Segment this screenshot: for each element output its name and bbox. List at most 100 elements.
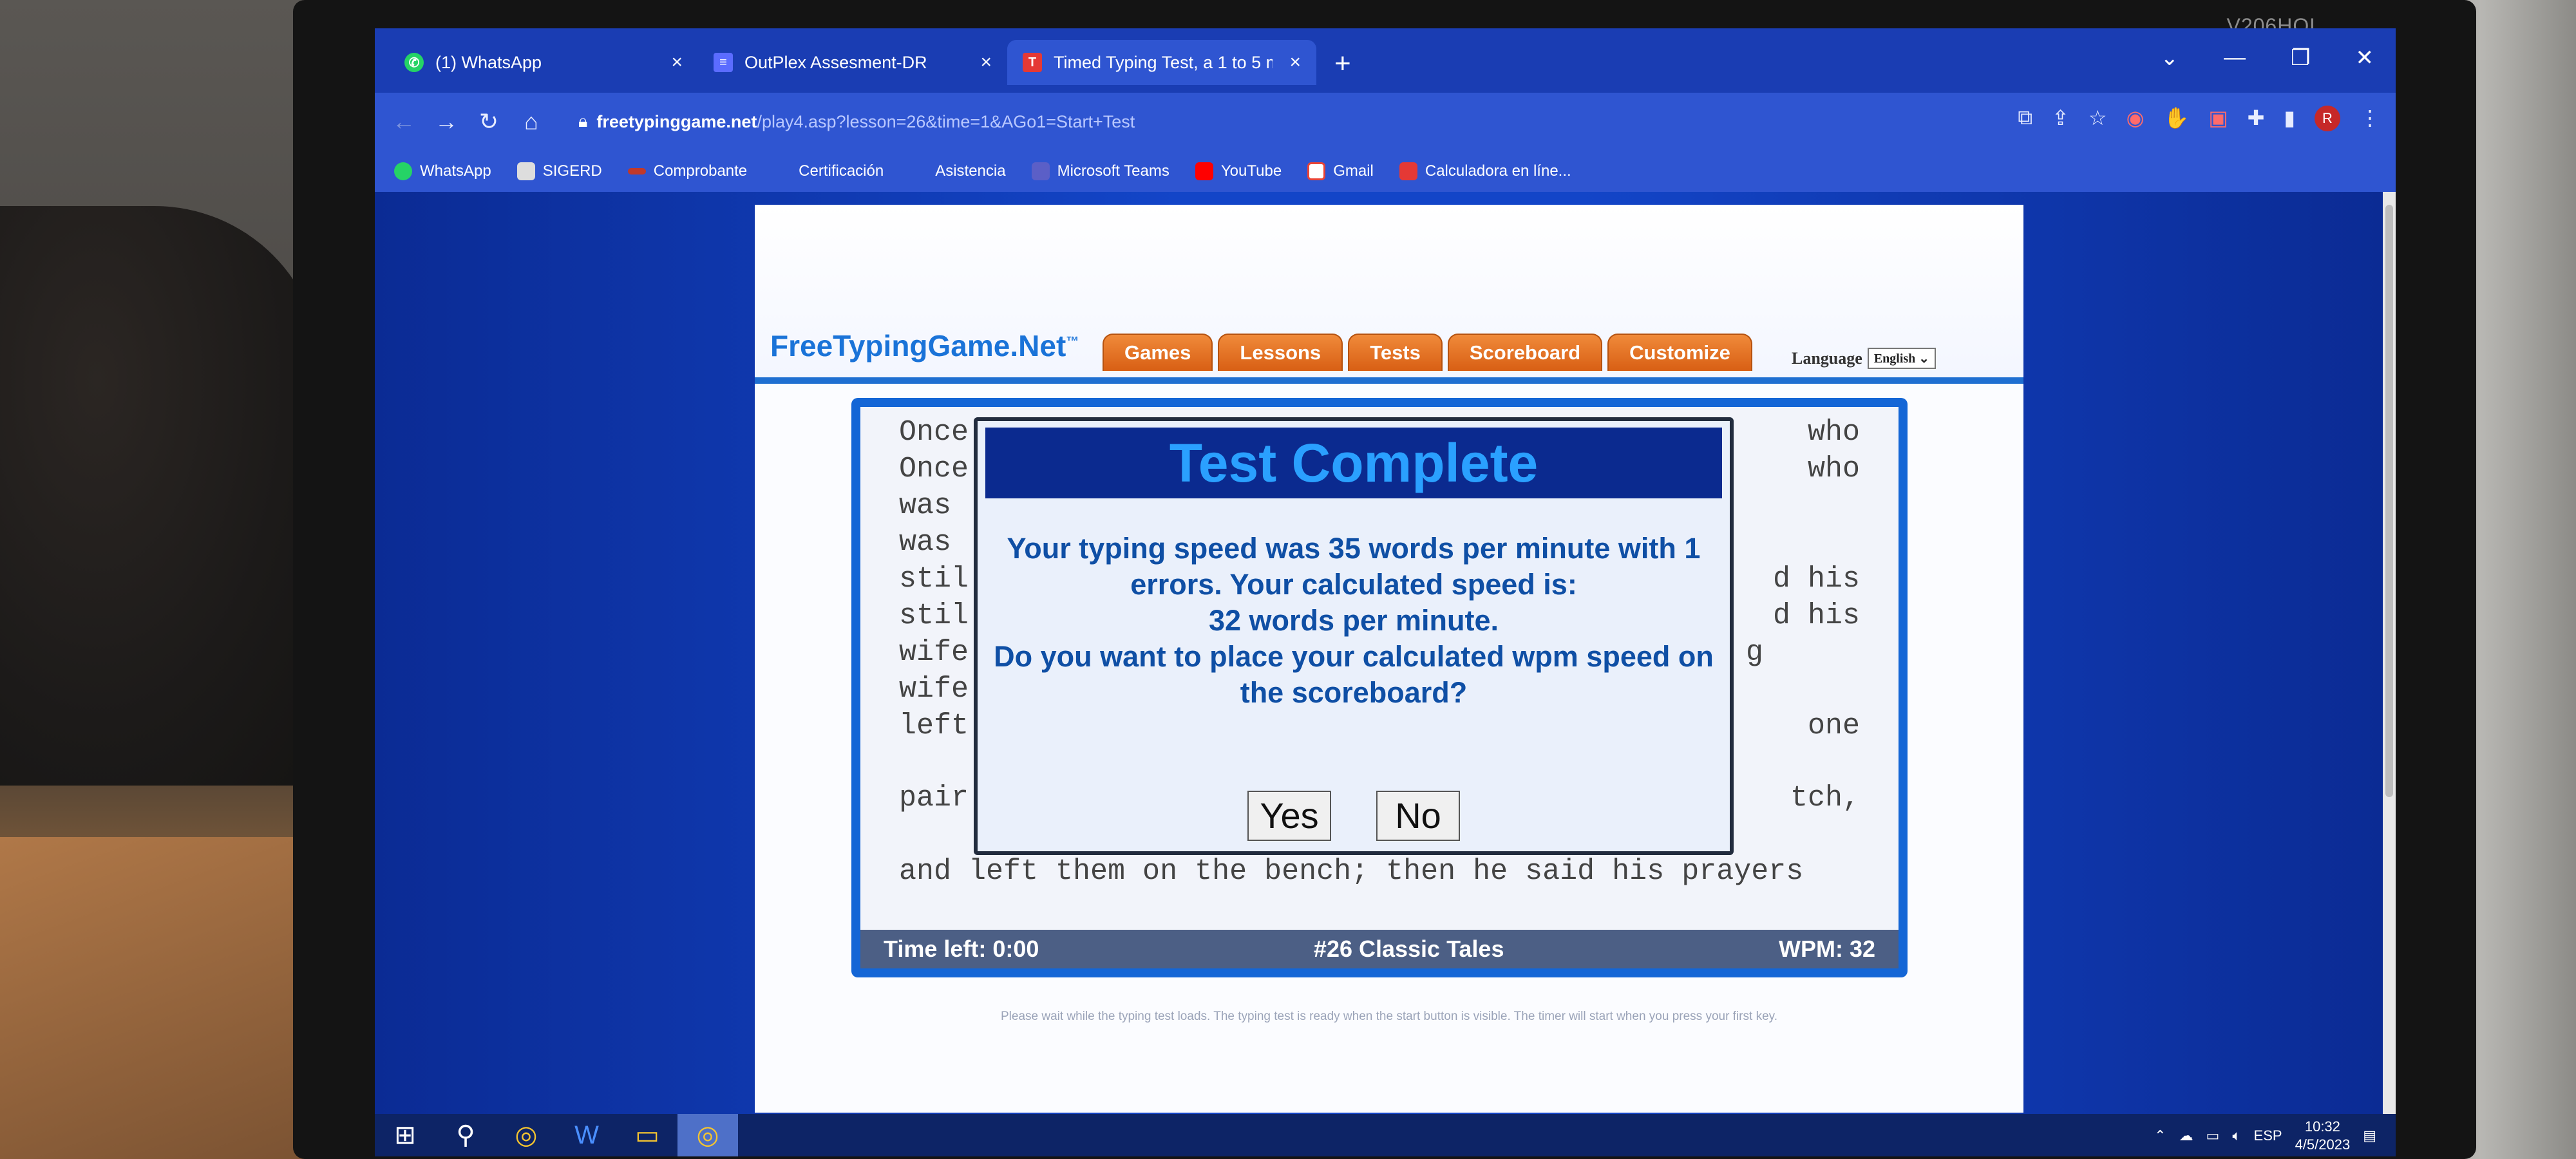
scroll-thumb[interactable]: [2385, 205, 2393, 797]
notifications-icon[interactable]: ▤: [2363, 1127, 2376, 1144]
share-icon[interactable]: ⇪: [2052, 106, 2069, 131]
text-fragment: pair: [899, 782, 969, 815]
text-fragment: one: [1807, 710, 1860, 742]
text-fragment: wife: [899, 673, 969, 706]
url-host: freetypinggame.net: [596, 111, 757, 131]
text-fragment: g: [1745, 636, 1763, 669]
bookmark-certificacion[interactable]: Certificación: [799, 162, 884, 180]
bookmark-asistencia[interactable]: Asistencia: [935, 162, 1005, 180]
text-fragment: was: [899, 526, 952, 559]
translate-icon[interactable]: ⧉: [2018, 106, 2032, 131]
new-tab-button[interactable]: +: [1334, 48, 1351, 80]
network-icon[interactable]: ▭: [2206, 1127, 2220, 1144]
tab-search-icon[interactable]: ⌄: [2161, 45, 2179, 71]
tab-outplex[interactable]: ≡ OutPlex Assesment-DR ×: [698, 40, 1007, 85]
calculator-icon: [1399, 162, 1417, 180]
puzzle-icon[interactable]: ✚: [2248, 106, 2265, 131]
nav-scoreboard[interactable]: Scoreboard: [1447, 334, 1603, 371]
whatsapp-icon: ✆: [404, 53, 424, 72]
text-fragment: d his: [1772, 563, 1860, 596]
tab-whatsapp[interactable]: ✆ (1) WhatsApp ×: [389, 40, 698, 85]
result-line: 32 words per minute.: [1208, 604, 1499, 637]
bookmark-sigerd[interactable]: SIGERD: [516, 162, 602, 180]
extension-icon[interactable]: ◉: [2126, 106, 2145, 131]
nav-lessons[interactable]: Lessons: [1218, 334, 1343, 371]
bookmark-whatsapp[interactable]: WhatsApp: [394, 162, 491, 180]
close-window-icon[interactable]: ✕: [2356, 45, 2374, 71]
test-complete-dialog: Test Complete Your typing speed was 35 w…: [974, 417, 1734, 855]
profile-avatar[interactable]: R: [2315, 106, 2340, 131]
text-last-line: and left them on the bench; then he said…: [899, 855, 1804, 888]
nav-customize[interactable]: Customize: [1607, 334, 1752, 371]
site-nav: Games Lessons Tests Scoreboard Customize: [1103, 334, 1752, 371]
menu-icon[interactable]: ⋮: [2360, 106, 2380, 131]
text-fragment: stil: [899, 563, 969, 596]
whatsapp-icon: [394, 162, 412, 180]
address-bar[interactable]: 🔒︎ freetypinggame.net/play4.asp?lesson=2…: [565, 104, 1950, 140]
close-icon[interactable]: ×: [1289, 52, 1301, 73]
site-logo[interactable]: FreeTypingGame.Net™: [770, 328, 1079, 363]
reload-icon[interactable]: ↻: [468, 108, 510, 135]
language-select[interactable]: English ⌄: [1867, 348, 1937, 369]
scoreboard-question: Do you want to place your calculated wpm…: [994, 640, 1714, 673]
word-icon[interactable]: W: [556, 1114, 617, 1156]
nav-games[interactable]: Games: [1103, 334, 1213, 371]
result-line: errors. Your calculated speed is:: [1130, 568, 1577, 601]
wpm-readout: WPM: 32: [1778, 936, 1875, 962]
person-silhouette: [0, 206, 322, 786]
start-icon[interactable]: ⊞: [375, 1114, 435, 1156]
text-fragment: stil: [899, 599, 969, 632]
tab-typing-test[interactable]: T Timed Typing Test, a 1 to 5 minu ×: [1007, 40, 1316, 85]
bookmark-calculadora[interactable]: Calculadora en líne...: [1399, 162, 1571, 180]
text-fragment: left: [899, 710, 969, 742]
back-icon[interactable]: ←: [383, 108, 425, 135]
url-path: /play4.asp?lesson=26&time=1&AGo1=Start+T…: [757, 111, 1135, 131]
toolbar-icons: ⧉ ⇪ ☆ ◉ ✋ ▣ ✚ ▮ R ⋮: [2018, 106, 2380, 131]
volume-icon[interactable]: 🔈︎: [2232, 1127, 2240, 1144]
bookmark-youtube[interactable]: YouTube: [1195, 162, 1282, 180]
yes-button[interactable]: Yes: [1247, 791, 1331, 841]
side-panel-icon[interactable]: ▮: [2284, 106, 2295, 131]
lesson-title: #26 Classic Tales: [1313, 936, 1504, 962]
close-icon[interactable]: ×: [671, 52, 683, 73]
search-icon[interactable]: ⚲: [435, 1114, 496, 1156]
close-icon[interactable]: ×: [980, 52, 992, 73]
chrome-active-icon[interactable]: ◎: [677, 1114, 738, 1156]
chevron-up-icon[interactable]: ⌃: [2154, 1127, 2166, 1144]
page-scrollbar[interactable]: [2383, 192, 2396, 1114]
site-container: FreeTypingGame.Net™ Games Lessons Tests …: [755, 205, 2023, 1113]
typing-site-icon: T: [1023, 53, 1042, 72]
bookmark-teams[interactable]: Microsoft Teams: [1031, 162, 1170, 180]
chrome-icon[interactable]: ◎: [496, 1114, 556, 1156]
file-explorer-icon[interactable]: ▭: [617, 1114, 677, 1156]
cloud-icon[interactable]: ☁: [2179, 1127, 2193, 1144]
extension-icon[interactable]: ✋: [2164, 106, 2190, 131]
dialog-buttons: Yes No: [978, 791, 1730, 841]
bookmark-comprobante[interactable]: Comprobante: [627, 162, 747, 180]
restore-icon[interactable]: ❐: [2291, 45, 2310, 71]
language-picker: Language English ⌄: [1792, 348, 1937, 369]
text-fragment: tch,: [1790, 782, 1860, 815]
home-icon[interactable]: ⌂: [510, 108, 553, 135]
text-fragment: Once: [899, 453, 969, 485]
dialog-title: Test Complete: [985, 428, 1722, 498]
bookmark-gmail[interactable]: Gmail: [1307, 162, 1374, 180]
time-left: Time left: 0:00: [884, 936, 1039, 962]
header-divider: [755, 377, 2023, 384]
window-controls: ⌄ — ❐ ✕: [2161, 45, 2374, 71]
screen: ✆ (1) WhatsApp × ≡ OutPlex Assesment-DR …: [375, 28, 2396, 1156]
gmail-icon: [1307, 162, 1326, 180]
no-button[interactable]: No: [1376, 791, 1460, 841]
minimize-icon[interactable]: —: [2224, 45, 2246, 71]
text-fragment: Once: [899, 416, 969, 449]
bookmark-star-icon[interactable]: ☆: [2088, 106, 2107, 131]
system-tray: ⌃ ☁ ▭ 🔈︎ ESP 10:32 4/5/2023 ▤: [2154, 1118, 2376, 1154]
clock[interactable]: 10:32 4/5/2023: [2295, 1118, 2351, 1154]
text-fragment: who: [1807, 416, 1860, 449]
youtube-icon: [1195, 162, 1213, 180]
extension-icon[interactable]: ▣: [2208, 106, 2228, 131]
page-icon: [516, 162, 535, 180]
nav-tests[interactable]: Tests: [1348, 334, 1443, 371]
forward-icon[interactable]: →: [425, 108, 468, 135]
input-language[interactable]: ESP: [2254, 1127, 2282, 1144]
